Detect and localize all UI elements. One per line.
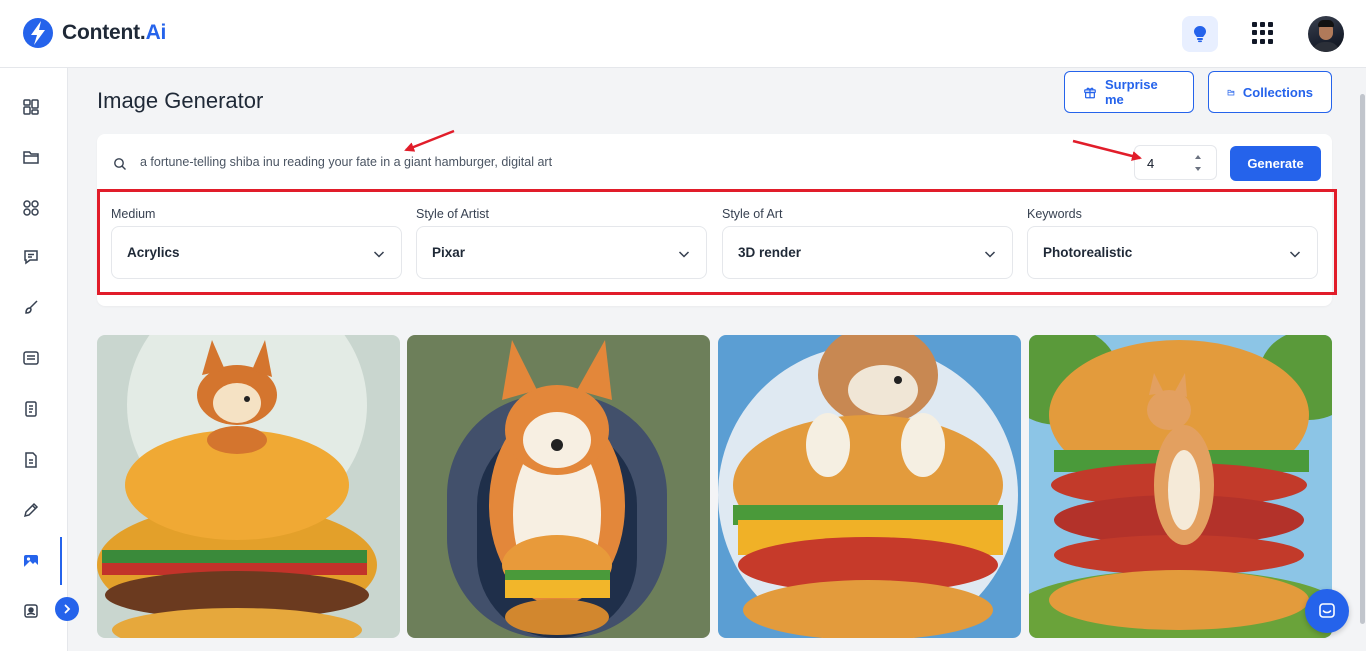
generated-image-4[interactable]: [1029, 335, 1332, 638]
sidebar-item-reports[interactable]: [20, 449, 42, 471]
style-of-art-select[interactable]: 3D render: [722, 226, 1013, 279]
chevron-down-icon: [373, 251, 385, 258]
filter-value: Acrylics: [127, 245, 180, 260]
surprise-me-button[interactable]: Surprise me: [1064, 71, 1194, 113]
sidebar-item-editor[interactable]: [20, 499, 42, 521]
gift-icon: [1084, 87, 1096, 98]
article-icon: [23, 351, 39, 365]
image-generator-icon: [24, 555, 38, 567]
sidebar-item-dashboard[interactable]: [20, 96, 42, 118]
page-title: Image Generator: [97, 88, 264, 113]
image-count-value: 4: [1147, 156, 1155, 171]
generated-image-3[interactable]: [718, 335, 1021, 638]
generated-image-2[interactable]: [407, 335, 710, 638]
filter-label: Style of Art: [722, 207, 783, 221]
top-bar: Content.Ai: [0, 0, 1366, 68]
dashboard-icon: [23, 99, 39, 115]
sidebar-item-chat[interactable]: [20, 246, 42, 268]
sidebar-item-brush[interactable]: [20, 296, 42, 318]
sidebar-item-folders[interactable]: [20, 146, 42, 168]
keywords-select[interactable]: Photorealistic: [1027, 226, 1318, 279]
generate-button[interactable]: Generate: [1230, 146, 1321, 181]
apps-grid-icon[interactable]: [1252, 22, 1274, 44]
user-avatar[interactable]: [1308, 16, 1344, 52]
sidebar-item-articles[interactable]: [20, 347, 42, 369]
chevron-down-icon: [1289, 251, 1301, 258]
filter-value: Pixar: [432, 245, 466, 260]
sidebar-item-documents[interactable]: [20, 398, 42, 420]
pencil-icon: [23, 502, 39, 518]
app-logo[interactable]: Content.Ai: [22, 17, 166, 49]
filter-value: 3D render: [738, 245, 802, 260]
logo-text: Content.Ai: [62, 21, 167, 44]
filter-label: Keywords: [1027, 207, 1082, 221]
logo-mark-icon: [23, 18, 53, 48]
generator-panel: a fortune-telling shiba inu reading your…: [97, 134, 1337, 306]
badge-icon: [24, 604, 38, 618]
medium-select[interactable]: Acrylics: [111, 226, 402, 279]
sidebar-expand-button[interactable]: [55, 597, 79, 621]
support-chat-button[interactable]: [1305, 589, 1349, 633]
lightbulb-button[interactable]: [1182, 16, 1218, 52]
sidebar-item-badge[interactable]: [20, 600, 42, 622]
style-of-artist-select[interactable]: Pixar: [416, 226, 707, 279]
lightbulb-icon: [1194, 26, 1206, 43]
sidebar-item-templates[interactable]: [20, 197, 42, 219]
shiba-burger-illustration: [718, 335, 1021, 638]
generated-image-1[interactable]: [97, 335, 400, 638]
brush-icon: [25, 300, 38, 314]
chevron-down-icon: [984, 251, 996, 258]
filter-medium: Medium Acrylics: [111, 207, 402, 279]
templates-icon: [23, 200, 39, 216]
chat-bubble-icon: [1319, 603, 1335, 618]
collections-label: Collections: [1242, 84, 1313, 100]
sidebar-item-image-generator[interactable]: [20, 550, 42, 572]
search-icon: [114, 158, 126, 170]
filter-keywords: Keywords Photorealistic: [1027, 207, 1318, 279]
folder-icon: [23, 151, 39, 164]
shiba-burger-illustration: [97, 335, 400, 638]
chevron-down-icon: [678, 251, 690, 258]
document-icon: [25, 401, 37, 417]
count-stepper[interactable]: [1193, 155, 1203, 171]
page-scrollbar[interactable]: [1358, 68, 1366, 651]
scroll-thumb[interactable]: [1360, 94, 1365, 624]
shiba-burger-illustration: [1029, 335, 1332, 638]
chat-icon: [24, 250, 38, 265]
image-count-input[interactable]: 4: [1134, 145, 1217, 180]
chevron-right-icon: [64, 604, 71, 614]
filter-label: Style of Artist: [416, 207, 489, 221]
report-icon: [25, 452, 37, 468]
filter-value: Photorealistic: [1043, 245, 1133, 260]
surprise-me-label: Surprise me: [1104, 77, 1158, 107]
prompt-input[interactable]: a fortune-telling shiba inu reading your…: [140, 155, 552, 169]
sidebar: [0, 68, 68, 651]
filter-style-of-artist: Style of Artist Pixar: [416, 207, 707, 279]
filter-label: Medium: [111, 207, 156, 221]
shiba-burger-illustration: [407, 335, 710, 638]
collections-button[interactable]: Collections: [1208, 71, 1332, 113]
folder-open-icon: [1227, 89, 1235, 95]
filter-style-of-art: Style of Art 3D render: [722, 207, 1013, 279]
active-indicator: [60, 537, 62, 585]
